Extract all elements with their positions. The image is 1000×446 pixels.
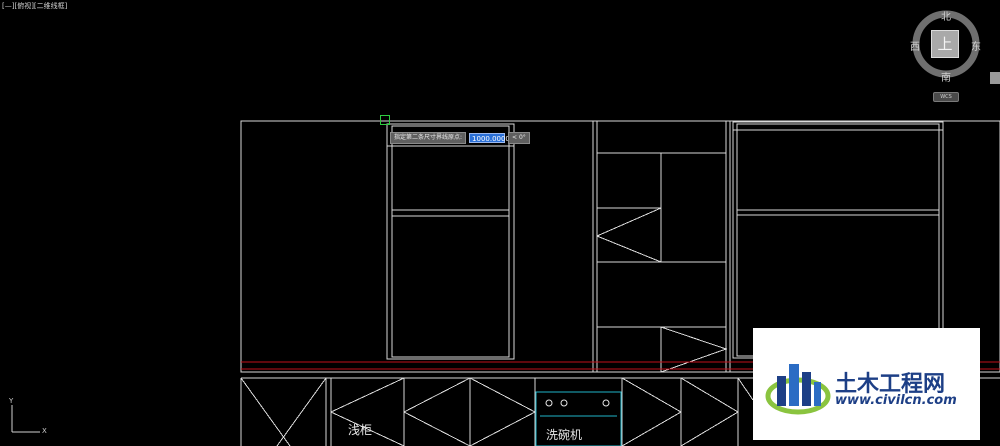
- ucs-icon: [11, 405, 40, 433]
- viewcube-south[interactable]: 南: [941, 69, 951, 84]
- shelf-unit-middle: [592, 121, 731, 373]
- wcs-menu[interactable]: WCS: [933, 92, 959, 102]
- endpoint-snap-marker: [380, 115, 390, 125]
- watermark-logo: 土木工程网 www.civilcn.com: [753, 328, 980, 440]
- ucs-y-label: Y: [9, 397, 14, 405]
- dishwasher-knobs: [545, 399, 610, 407]
- viewcube-top-face[interactable]: 上: [931, 30, 959, 58]
- dynamic-input-tooltip: 指定第二条尺寸界线原点: 1000.0000 < 0°: [390, 131, 530, 144]
- ucs-x-label: X: [42, 427, 47, 435]
- viewcube-west[interactable]: 西: [910, 38, 920, 53]
- distance-input[interactable]: 1000.0000: [469, 132, 510, 143]
- label-cabinet: 浅柜: [348, 423, 373, 437]
- viewcube-north[interactable]: 北: [941, 8, 951, 23]
- command-prompt: 指定第二条尺寸界线原点:: [390, 131, 467, 144]
- label-dishwasher: 洗碗机: [546, 428, 583, 442]
- building-logo-icon: [765, 364, 831, 415]
- viewcube-east[interactable]: 东: [971, 38, 981, 53]
- navigation-bar-handle[interactable]: [990, 72, 1000, 84]
- watermark-url: www.civilcn.com: [835, 393, 957, 408]
- tall-cabinet-left: [386, 123, 515, 360]
- viewcube[interactable]: 北 南 东 西 上: [910, 8, 986, 88]
- angle-input[interactable]: < 0°: [508, 131, 530, 144]
